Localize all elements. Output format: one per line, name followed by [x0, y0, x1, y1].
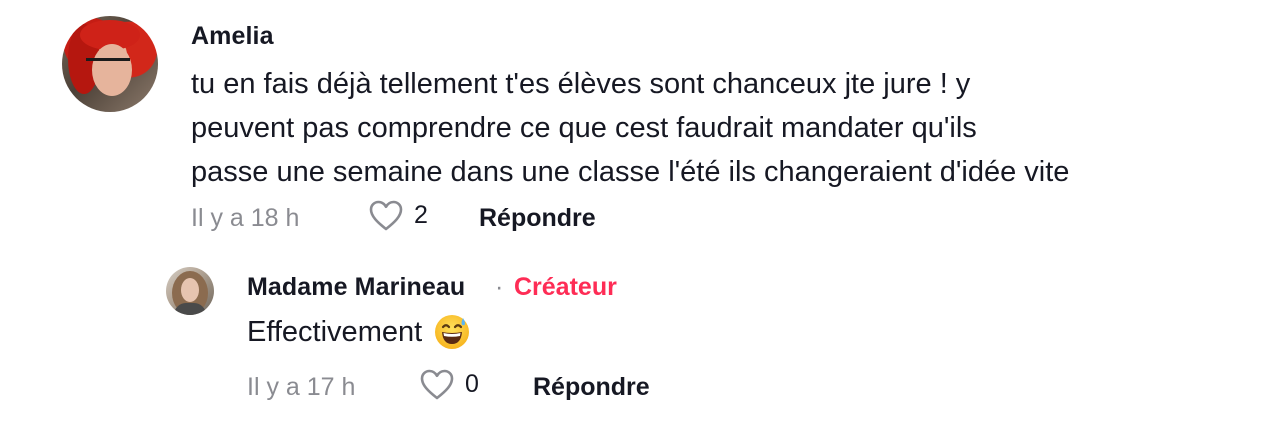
grinning-face-with-sweat-icon: [434, 314, 470, 350]
comment-text-line: passe une semaine dans une classe l'été …: [191, 156, 1070, 188]
comment-timestamp: Il y a 18 h: [191, 204, 300, 232]
comment-text-line: peuvent pas comprendre ce que cest faudr…: [191, 112, 977, 144]
like-count: 2: [414, 201, 428, 229]
creator-badge: Créateur: [514, 273, 617, 301]
reply-text-row: Effectivement: [247, 312, 470, 352]
like-count: 0: [465, 370, 479, 398]
heart-icon: [420, 369, 454, 400]
heart-icon: [369, 200, 403, 231]
reply-button[interactable]: Répondre: [533, 373, 650, 402]
reply-button[interactable]: Répondre: [479, 204, 596, 233]
separator-dot: ·: [495, 273, 504, 301]
reply-text: Effectivement: [247, 316, 423, 348]
commenter-username[interactable]: Amelia: [191, 22, 274, 51]
reply-timestamp: Il y a 17 h: [247, 373, 356, 401]
comment-text-line: tu en fais déjà tellement t'es élèves so…: [191, 68, 971, 100]
comment-like-button[interactable]: 2: [369, 200, 428, 231]
reply-username[interactable]: Madame Marineau: [247, 273, 465, 302]
creator-avatar[interactable]: [166, 267, 214, 315]
reply-like-button[interactable]: 0: [420, 369, 479, 400]
comment-text: tu en fais déjà tellement t'es élèves so…: [191, 62, 1231, 194]
commenter-avatar[interactable]: [62, 16, 158, 112]
